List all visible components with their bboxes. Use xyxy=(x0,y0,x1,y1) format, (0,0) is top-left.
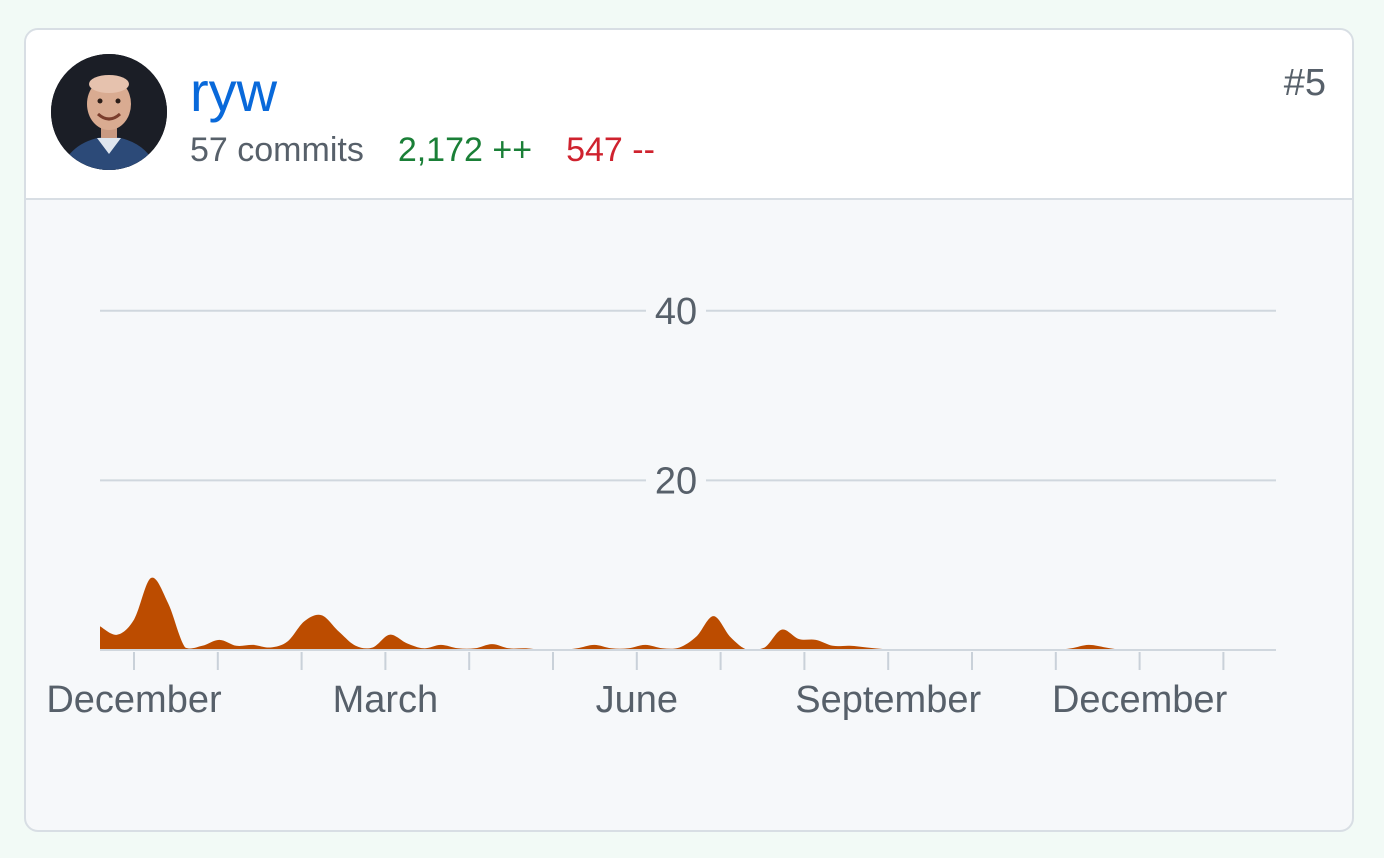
y-tick-label-20: 20 xyxy=(655,460,697,502)
y-tick-label-40: 40 xyxy=(655,291,697,333)
contributions-area-chart: 2040 December March June September December xyxy=(46,288,1276,721)
x-tick-label-june: June xyxy=(596,679,678,721)
x-axis-ticks xyxy=(133,652,1225,670)
contributor-card: ryw 57 commits 2,172 ++ 547 -- #5 20 40 Dec… xyxy=(24,28,1354,832)
x-tick-label-december: December xyxy=(46,679,222,721)
x-tick-label-march: March xyxy=(333,679,439,721)
contributions-area-series xyxy=(100,577,1276,650)
chart-grid: 2040 xyxy=(100,288,1276,503)
x-axis-labels: December March June September December xyxy=(46,679,1227,721)
x-tick-label-september: September xyxy=(795,679,981,721)
x-tick-label-december: December xyxy=(1052,679,1228,721)
